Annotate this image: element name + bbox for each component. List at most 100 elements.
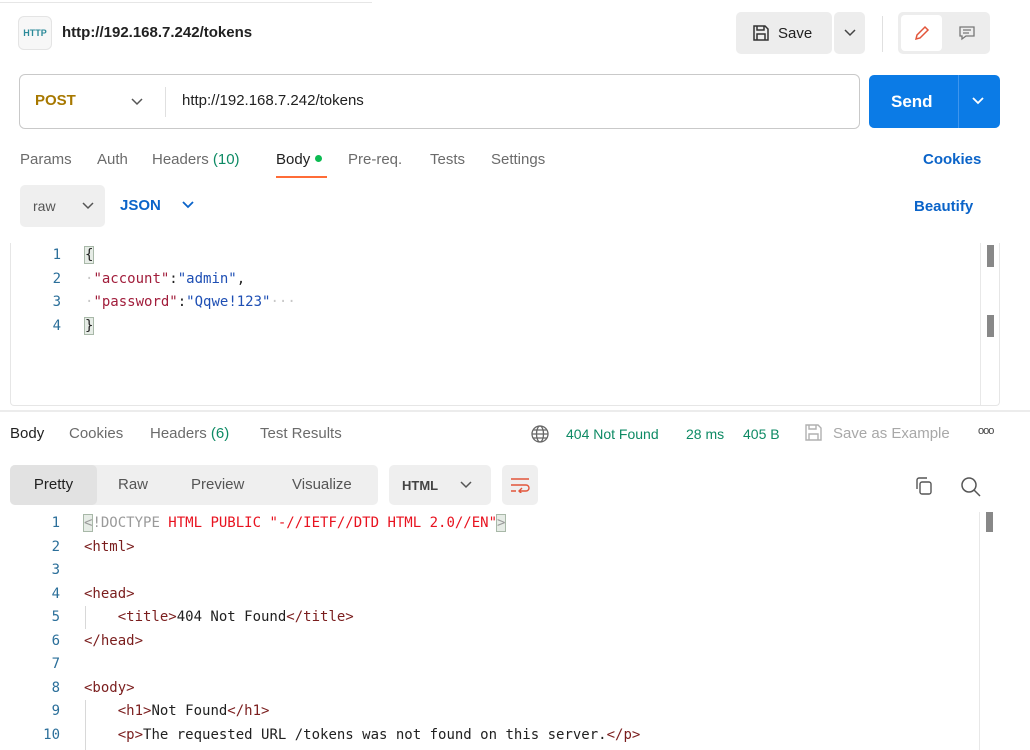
- line-number: 5: [51, 609, 60, 625]
- scrollbar[interactable]: [979, 512, 998, 750]
- code-line: <h1>Not Found</h1>: [84, 700, 640, 724]
- scrollbar[interactable]: [980, 243, 999, 405]
- response-format-value: HTML: [402, 477, 439, 493]
- code-token: </title>: [286, 609, 354, 625]
- code-token: 404 Not Found: [176, 609, 287, 625]
- code-token: <body>: [84, 679, 135, 696]
- copy-icon[interactable]: [914, 476, 934, 496]
- tab-settings[interactable]: Settings: [491, 151, 545, 168]
- line-number: 7: [51, 656, 60, 672]
- scrollbar-thumb[interactable]: [987, 315, 994, 337]
- code-token: ···: [270, 294, 296, 310]
- tab-auth[interactable]: Auth: [97, 151, 128, 168]
- code-line: ·"account":"admin",: [85, 268, 296, 292]
- save-dropdown-button[interactable]: [834, 12, 865, 54]
- response-size[interactable]: 405 B: [743, 426, 780, 442]
- tab-headers[interactable]: Headers (10): [152, 151, 240, 168]
- code-line: <html>: [84, 536, 640, 560]
- search-icon[interactable]: [960, 476, 982, 498]
- code-line: {: [83, 244, 296, 268]
- send-button[interactable]: Send: [869, 75, 1000, 128]
- send-label: Send: [891, 92, 933, 111]
- code-line: ·"password":"Qqwe!123"···: [85, 291, 296, 315]
- body-format-select[interactable]: JSON: [120, 197, 195, 214]
- more-options-icon[interactable]: ooo: [978, 425, 994, 437]
- save-icon: [805, 424, 822, 441]
- code-token: "password": [93, 294, 178, 310]
- edit-toggle[interactable]: [901, 15, 942, 51]
- chevron-down-icon[interactable]: [971, 93, 985, 109]
- code-line: <body>: [84, 677, 640, 701]
- code-token: <html>: [84, 538, 135, 555]
- code-token: </h1>: [227, 703, 270, 719]
- tab-label: Headers: [152, 151, 209, 168]
- globe-icon[interactable]: [530, 424, 550, 444]
- line-number: 4: [51, 585, 60, 602]
- pane-divider[interactable]: [0, 410, 1030, 412]
- response-tab-test-results[interactable]: Test Results: [260, 425, 342, 442]
- tab-params[interactable]: Params: [20, 151, 72, 168]
- method-select[interactable]: POST: [35, 92, 76, 109]
- url-bar: POST http://192.168.7.242/tokens: [19, 74, 860, 129]
- code-token: HTML PUBLIC "-//IETF//DTD HTML 2.0//EN": [168, 515, 498, 531]
- code-line: <p>The requested URL /tokens was not fou…: [84, 724, 641, 748]
- line-number: 2: [51, 538, 60, 555]
- code-token: :: [169, 270, 178, 287]
- response-format-select[interactable]: HTML: [389, 465, 491, 505]
- request-title[interactable]: http://192.168.7.242/tokens: [62, 24, 252, 41]
- code-token: "Qqwe!123": [186, 294, 271, 310]
- line-number: 1: [51, 515, 60, 531]
- code-area[interactable]: {·"account":"admin", ·"password":"Qqwe!12…: [83, 244, 296, 339]
- chevron-down-icon: [182, 201, 194, 209]
- window-top-border: [0, 0, 1030, 3]
- view-mode-selector: Pretty Raw Preview Visualize: [10, 465, 378, 505]
- wrap-lines-button[interactable]: [502, 465, 538, 505]
- chevron-down-icon: [460, 481, 472, 489]
- response-tab-headers[interactable]: Headers (6): [150, 425, 229, 442]
- save-label: Save: [778, 24, 813, 42]
- response-tab-cookies[interactable]: Cookies: [69, 425, 123, 442]
- code-token: }: [83, 316, 95, 335]
- scrollbar-thumb[interactable]: [986, 512, 993, 532]
- chevron-down-icon[interactable]: [130, 91, 144, 111]
- chevron-down-icon: [843, 29, 856, 37]
- chevron-down-icon: [82, 202, 94, 210]
- tab-body[interactable]: Body: [276, 151, 323, 168]
- comments-toggle[interactable]: [946, 15, 987, 51]
- response-body-viewer[interactable]: 1 2 3 4 5 6 7 8 9 10 <!DOCTYPE HTML PUBLIC "-//IE…: [10, 512, 1000, 750]
- response-status[interactable]: 404 Not Found: [566, 426, 659, 442]
- view-mode-raw[interactable]: Raw: [118, 465, 148, 505]
- save-as-example-button[interactable]: Save as Example: [833, 425, 950, 442]
- line-number: 9: [51, 703, 60, 719]
- cookies-link[interactable]: Cookies: [923, 151, 981, 168]
- sidebar-toggle-group: [898, 12, 990, 54]
- response-tab-body[interactable]: Body: [10, 425, 44, 442]
- code-token: <title>: [84, 609, 177, 625]
- code-token: !DOCTYPE: [92, 515, 169, 531]
- code-line: }: [83, 315, 296, 339]
- divider: [165, 87, 166, 117]
- tab-tests[interactable]: Tests: [430, 151, 465, 168]
- code-token: The requested URL /tokens was not found …: [143, 726, 607, 743]
- code-token: "account": [93, 270, 170, 287]
- save-button[interactable]: Save: [736, 12, 832, 54]
- response-time[interactable]: 28 ms: [686, 426, 724, 442]
- code-line: <!DOCTYPE HTML PUBLIC "-//IETF//DTD HTML…: [82, 512, 640, 536]
- view-mode-visualize[interactable]: Visualize: [292, 465, 352, 505]
- code-area[interactable]: <!DOCTYPE HTML PUBLIC "-//IETF//DTD HTML…: [82, 512, 641, 748]
- line-number: 1: [52, 247, 61, 263]
- view-mode-pretty[interactable]: Pretty: [10, 465, 97, 505]
- url-input[interactable]: http://192.168.7.242/tokens: [182, 92, 364, 109]
- code-token: ,: [236, 270, 246, 287]
- view-mode-preview[interactable]: Preview: [191, 465, 244, 505]
- body-mode-select[interactable]: raw: [20, 185, 105, 227]
- wrap-lines-icon: [511, 478, 530, 493]
- request-body-editor[interactable]: 1 2 3 4 {·"account":"admin", ·"password":"Qq…: [10, 243, 1000, 406]
- code-token: </p>: [606, 726, 641, 743]
- headers-count: (6): [210, 425, 230, 442]
- tab-pre-request[interactable]: Pre-req.: [348, 151, 402, 168]
- line-number: 4: [52, 317, 61, 334]
- scrollbar-thumb[interactable]: [987, 245, 994, 267]
- beautify-button[interactable]: Beautify: [914, 198, 973, 215]
